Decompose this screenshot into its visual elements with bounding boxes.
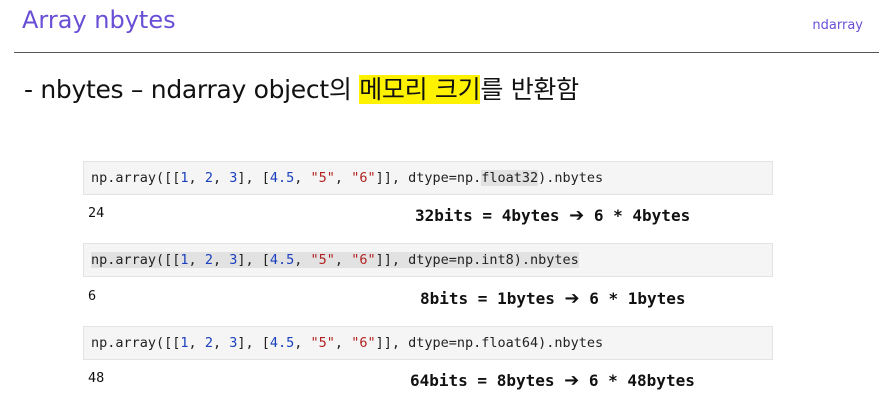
code-token: , bbox=[212, 170, 230, 186]
code-string: "5" bbox=[310, 252, 335, 268]
section-tag: ndarray bbox=[812, 18, 863, 33]
code-cell-int8[interactable]: np.array([[1, 2, 3], [4.5, "5", "6"]], d… bbox=[83, 243, 773, 277]
annotation-int8: 8bits = 1bytes ➔ 6 * 1bytes bbox=[420, 288, 686, 309]
note-rhs: 6 * 48bytes bbox=[588, 371, 695, 390]
code-token: , bbox=[188, 170, 205, 186]
arrow-right-icon: ➔ bbox=[569, 205, 585, 226]
headline-prefix: - nbytes – ndarray object의 bbox=[24, 75, 360, 104]
code-token: ]], dtype=np. bbox=[375, 252, 482, 268]
code-number: 4.5 bbox=[269, 252, 295, 268]
headline-suffix: 를 반환함 bbox=[480, 75, 579, 104]
annotation-float32: 32bits = 4bytes ➔ 6 * 4bytes bbox=[415, 205, 690, 226]
code-token: ], [ bbox=[237, 252, 270, 268]
code-string: "5" bbox=[310, 335, 335, 351]
code-token: , bbox=[188, 252, 205, 268]
headline-highlight: 메모리 크기 bbox=[359, 75, 481, 104]
code-number: 2 bbox=[204, 170, 213, 186]
code-token: , bbox=[334, 170, 352, 186]
code-token: ).nbytes bbox=[513, 252, 579, 268]
code-token: ).nbytes bbox=[538, 170, 604, 186]
arrow-right-icon: ➔ bbox=[564, 288, 580, 309]
code-token: np.array([[ bbox=[91, 335, 181, 351]
code-number: 2 bbox=[204, 335, 213, 351]
slide-title: Array nbytes bbox=[22, 6, 176, 34]
header-divider bbox=[14, 52, 879, 53]
cell-output-float32: 24 bbox=[88, 205, 105, 221]
code-cell-float64[interactable]: np.array([[1, 2, 3], [4.5, "5", "6"]], d… bbox=[83, 326, 773, 360]
code-token: , bbox=[294, 335, 311, 351]
code-token: , bbox=[212, 252, 230, 268]
code-dtype: float32 bbox=[481, 170, 539, 186]
code-token: , bbox=[294, 252, 311, 268]
code-number: 1 bbox=[180, 335, 189, 351]
code-number: 1 bbox=[180, 252, 189, 268]
note-lhs: 32bits = 4bytes bbox=[415, 206, 560, 225]
note-lhs: 64bits = 8bytes bbox=[410, 371, 555, 390]
code-number: 1 bbox=[180, 170, 189, 186]
headline: - nbytes – ndarray object의 메모리 크기를 반환함 bbox=[24, 70, 579, 106]
arrow-right-icon: ➔ bbox=[564, 370, 580, 391]
note-lhs: 8bits = 1bytes bbox=[420, 289, 555, 308]
code-dtype: float64 bbox=[481, 335, 539, 351]
code-string: "6" bbox=[351, 335, 376, 351]
annotation-float64: 64bits = 8bytes ➔ 6 * 48bytes bbox=[410, 370, 695, 391]
code-number: 4.5 bbox=[269, 335, 295, 351]
code-token: ]], dtype=np. bbox=[375, 170, 482, 186]
note-rhs: 6 * 1bytes bbox=[589, 289, 686, 308]
code-string: "6" bbox=[351, 170, 376, 186]
cell-output-float64: 48 bbox=[88, 370, 105, 386]
code-dtype: int8 bbox=[481, 252, 514, 268]
code-token: np.array([[ bbox=[91, 170, 181, 186]
code-token: , bbox=[212, 335, 230, 351]
code-number: 4.5 bbox=[269, 170, 295, 186]
note-rhs: 6 * 4bytes bbox=[593, 206, 691, 225]
code-token: ]], dtype=np. bbox=[375, 335, 482, 351]
code-input: np.array([[1, 2, 3], [4.5, "5", "6"]], d… bbox=[91, 335, 603, 351]
code-string: "6" bbox=[351, 252, 376, 268]
cell-output-int8: 6 bbox=[88, 288, 97, 304]
code-token: ).nbytes bbox=[538, 335, 604, 351]
code-number: 2 bbox=[204, 252, 213, 268]
code-token: ], [ bbox=[237, 170, 270, 186]
code-token: np.array([[ bbox=[91, 252, 181, 268]
code-input: np.array([[1, 2, 3], [4.5, "5", "6"]], d… bbox=[91, 252, 579, 268]
code-input: np.array([[1, 2, 3], [4.5, "5", "6"]], d… bbox=[91, 170, 603, 186]
code-token: ], [ bbox=[237, 335, 270, 351]
code-token: , bbox=[294, 170, 311, 186]
code-token: , bbox=[334, 252, 352, 268]
code-string: "5" bbox=[310, 170, 335, 186]
code-cell-float32[interactable]: np.array([[1, 2, 3], [4.5, "5", "6"]], d… bbox=[83, 161, 773, 195]
code-token: , bbox=[334, 335, 352, 351]
code-token: , bbox=[188, 335, 205, 351]
